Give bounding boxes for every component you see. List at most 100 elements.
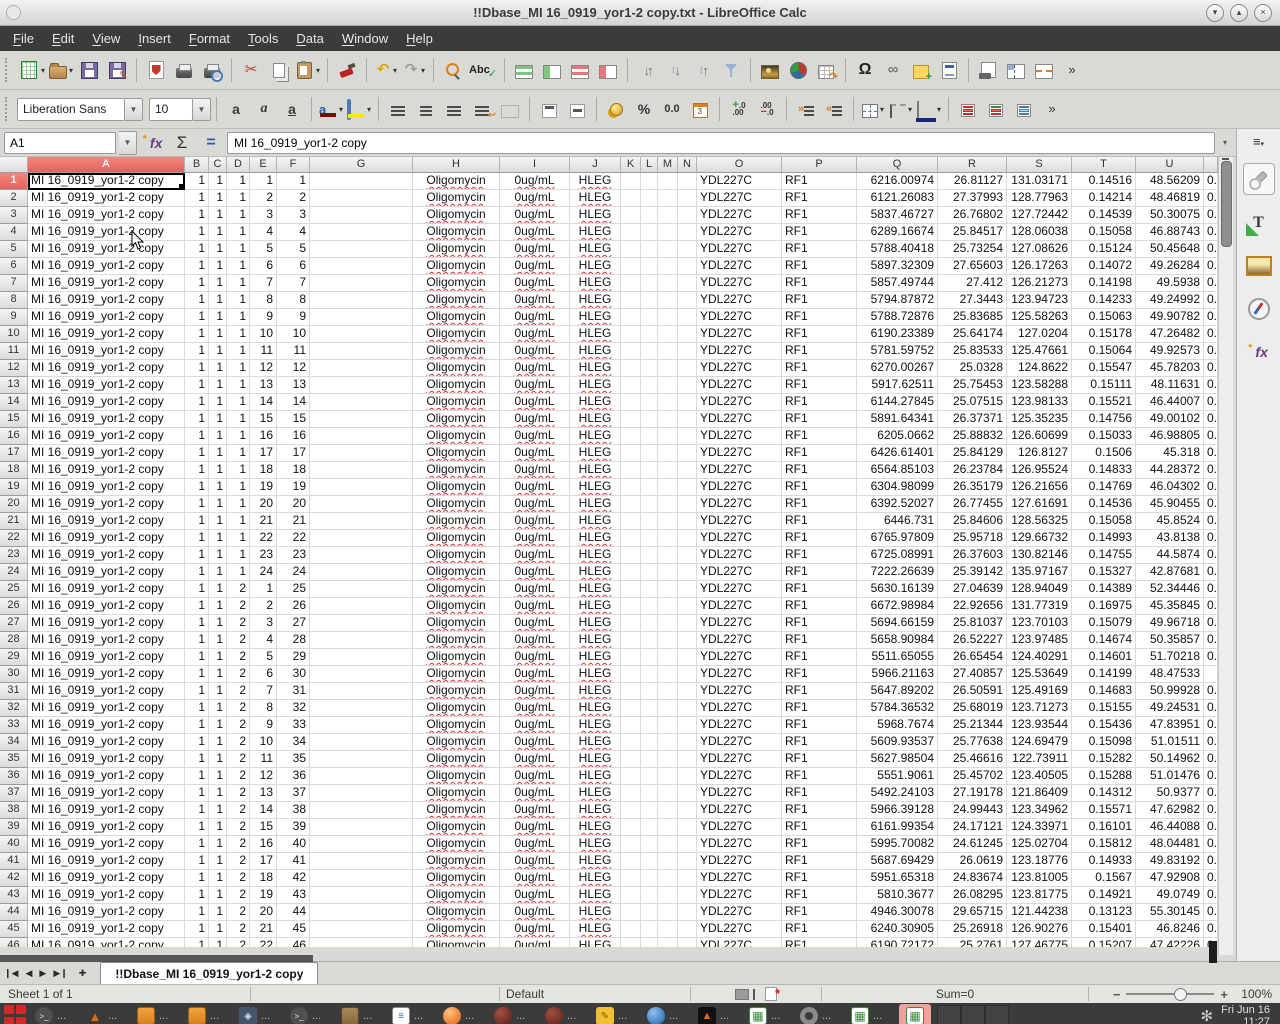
cell-C11[interactable]: 1 bbox=[209, 343, 227, 360]
cell-R8[interactable]: 27.3443 bbox=[938, 292, 1007, 309]
cell-P41[interactable]: RF1 bbox=[782, 853, 857, 870]
cell-J35[interactable]: HLEG bbox=[570, 751, 621, 768]
cell-D34[interactable]: 2 bbox=[227, 734, 250, 751]
align-top-button[interactable] bbox=[535, 95, 563, 123]
maximize-button[interactable]: ▴ bbox=[1230, 4, 1248, 22]
cell-R46[interactable]: 25.2761 bbox=[938, 938, 1007, 947]
cell-R24[interactable]: 25.39142 bbox=[938, 564, 1007, 581]
cell-K11[interactable] bbox=[621, 343, 641, 360]
cell-B44[interactable]: 1 bbox=[185, 904, 209, 921]
cell-F44[interactable]: 44 bbox=[277, 904, 310, 921]
cell-Q7[interactable]: 5857.49744 bbox=[857, 275, 938, 292]
cell-J4[interactable]: HLEG bbox=[570, 224, 621, 241]
cell-Q28[interactable]: 5658.90984 bbox=[857, 632, 938, 649]
cell-K39[interactable] bbox=[621, 819, 641, 836]
sidebar-navigator-tab[interactable] bbox=[1244, 294, 1274, 324]
cell-D35[interactable]: 2 bbox=[227, 751, 250, 768]
cell-A2[interactable]: MI 16_0919_yor1-2 copy bbox=[28, 190, 185, 207]
cell-K45[interactable] bbox=[621, 921, 641, 938]
cell-I11[interactable]: 0ug/mL bbox=[500, 343, 570, 360]
cell-U33[interactable]: 47.83951 bbox=[1136, 717, 1204, 734]
row-header-21[interactable]: 21 bbox=[0, 513, 28, 530]
cell-A28[interactable]: MI 16_0919_yor1-2 copy bbox=[28, 632, 185, 649]
cell-K32[interactable] bbox=[621, 700, 641, 717]
row-header-4[interactable]: 4 bbox=[0, 224, 28, 241]
cell-K3[interactable] bbox=[621, 207, 641, 224]
cell-K2[interactable] bbox=[621, 190, 641, 207]
cell-T44[interactable]: 0.13123 bbox=[1072, 904, 1136, 921]
cell-S33[interactable]: 123.93544 bbox=[1007, 717, 1072, 734]
cell-A44[interactable]: MI 16_0919_yor1-2 copy bbox=[28, 904, 185, 921]
cell-K44[interactable] bbox=[621, 904, 641, 921]
cell-H28[interactable]: Oligomycin bbox=[413, 632, 500, 649]
cell-O22[interactable]: YDL227C bbox=[697, 530, 782, 547]
cell-V39[interactable]: 0. bbox=[1204, 819, 1218, 836]
cell-L44[interactable] bbox=[641, 904, 658, 921]
cell-L11[interactable] bbox=[641, 343, 658, 360]
cell-S15[interactable]: 125.35235 bbox=[1007, 411, 1072, 428]
cell-O37[interactable]: YDL227C bbox=[697, 785, 782, 802]
cell-S43[interactable]: 123.81775 bbox=[1007, 887, 1072, 904]
italic-button[interactable]: a bbox=[250, 95, 278, 123]
cell-T12[interactable]: 0.15547 bbox=[1072, 360, 1136, 377]
cell-K21[interactable] bbox=[621, 513, 641, 530]
cell-L3[interactable] bbox=[641, 207, 658, 224]
cell-K1[interactable] bbox=[621, 173, 641, 190]
cell-M11[interactable] bbox=[658, 343, 678, 360]
sidebar-styles-tab[interactable]: T bbox=[1244, 208, 1274, 238]
cell-R39[interactable]: 24.17121 bbox=[938, 819, 1007, 836]
cell-A45[interactable]: MI 16_0919_yor1-2 copy bbox=[28, 921, 185, 938]
row-header-13[interactable]: 13 bbox=[0, 377, 28, 394]
cell-P32[interactable]: RF1 bbox=[782, 700, 857, 717]
cell-E26[interactable]: 2 bbox=[250, 598, 277, 615]
save-as-button[interactable]: ✎ bbox=[103, 56, 131, 84]
menu-file[interactable]: File bbox=[4, 28, 43, 49]
cell-N24[interactable] bbox=[678, 564, 697, 581]
cell-E16[interactable]: 16 bbox=[250, 428, 277, 445]
cell-F42[interactable]: 42 bbox=[277, 870, 310, 887]
print-button[interactable] bbox=[170, 56, 198, 84]
sort-ascending-button[interactable]: ⁞↓ bbox=[661, 56, 689, 84]
cell-O29[interactable]: YDL227C bbox=[697, 649, 782, 666]
column-header-U[interactable]: U bbox=[1136, 157, 1204, 173]
cell-C22[interactable]: 1 bbox=[209, 530, 227, 547]
cell-I32[interactable]: 0ug/mL bbox=[500, 700, 570, 717]
cell-D37[interactable]: 2 bbox=[227, 785, 250, 802]
cell-V43[interactable]: 0. bbox=[1204, 887, 1218, 904]
cell-C24[interactable]: 1 bbox=[209, 564, 227, 581]
formatting-overflow-button[interactable]: » bbox=[1038, 95, 1066, 123]
cell-P46[interactable]: RF1 bbox=[782, 938, 857, 947]
cell-G12[interactable] bbox=[310, 360, 413, 377]
cell-O39[interactable]: YDL227C bbox=[697, 819, 782, 836]
row-header-16[interactable]: 16 bbox=[0, 428, 28, 445]
cell-T37[interactable]: 0.14312 bbox=[1072, 785, 1136, 802]
cell-C31[interactable]: 1 bbox=[209, 683, 227, 700]
cell-I41[interactable]: 0ug/mL bbox=[500, 853, 570, 870]
row-header-43[interactable]: 43 bbox=[0, 887, 28, 904]
cell-B38[interactable]: 1 bbox=[185, 802, 209, 819]
cell-F38[interactable]: 38 bbox=[277, 802, 310, 819]
cell-U16[interactable]: 46.98805 bbox=[1136, 428, 1204, 445]
cell-C20[interactable]: 1 bbox=[209, 496, 227, 513]
cell-J13[interactable]: HLEG bbox=[570, 377, 621, 394]
cell-U15[interactable]: 49.00102 bbox=[1136, 411, 1204, 428]
cell-E23[interactable]: 23 bbox=[250, 547, 277, 564]
cell-C4[interactable]: 1 bbox=[209, 224, 227, 241]
cell-D23[interactable]: 1 bbox=[227, 547, 250, 564]
cell-R40[interactable]: 24.61245 bbox=[938, 836, 1007, 853]
cell-U27[interactable]: 49.96718 bbox=[1136, 615, 1204, 632]
cell-D1[interactable]: 1 bbox=[227, 173, 250, 190]
cell-R15[interactable]: 26.37371 bbox=[938, 411, 1007, 428]
menu-view[interactable]: View bbox=[83, 28, 129, 49]
cell-A8[interactable]: MI 16_0919_yor1-2 copy bbox=[28, 292, 185, 309]
cell-G44[interactable] bbox=[310, 904, 413, 921]
cell-E4[interactable]: 4 bbox=[250, 224, 277, 241]
cell-G8[interactable] bbox=[310, 292, 413, 309]
cell-Q20[interactable]: 6392.52027 bbox=[857, 496, 938, 513]
cell-O30[interactable]: YDL227C bbox=[697, 666, 782, 683]
cell-H24[interactable]: Oligomycin bbox=[413, 564, 500, 581]
cell-Q3[interactable]: 5837.46727 bbox=[857, 207, 938, 224]
cell-K37[interactable] bbox=[621, 785, 641, 802]
cell-V16[interactable]: 0. bbox=[1204, 428, 1218, 445]
cell-D4[interactable]: 1 bbox=[227, 224, 250, 241]
